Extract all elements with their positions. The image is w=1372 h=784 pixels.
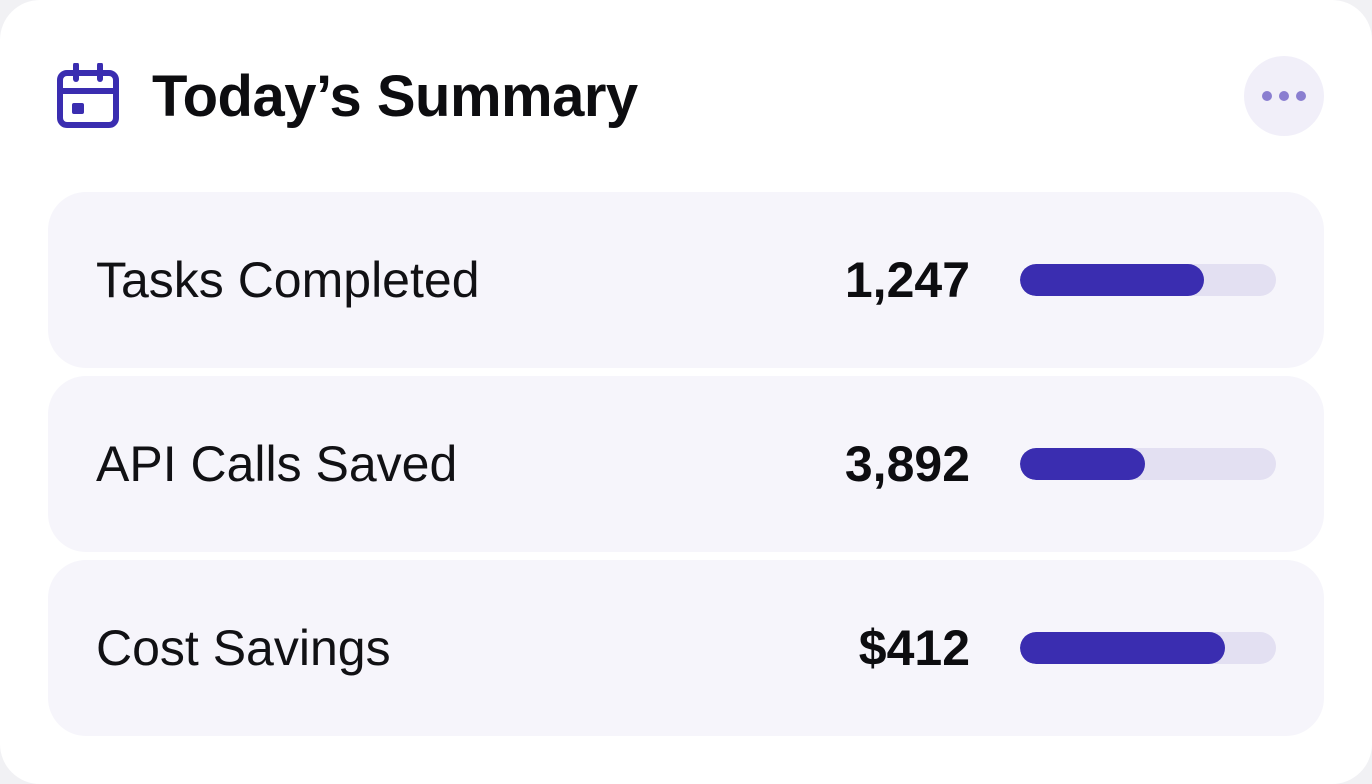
progress-bar xyxy=(1020,632,1276,664)
metric-label: Cost Savings xyxy=(96,620,391,676)
page-title: Today’s Summary xyxy=(152,64,638,129)
more-horizontal-icon-dot xyxy=(1296,91,1306,101)
progress-fill xyxy=(1020,448,1146,480)
more-options-button[interactable] xyxy=(1244,56,1324,136)
more-horizontal-icon-dot xyxy=(1279,91,1289,101)
metric-value: 1,247 xyxy=(844,252,970,308)
card-header: Today’s Summary xyxy=(56,56,1324,136)
more-horizontal-icon xyxy=(1262,91,1272,101)
summary-card: Today’s Summary Tasks Completed 1,247 AP… xyxy=(0,0,1372,784)
progress-fill xyxy=(1020,632,1225,664)
metric-value: $412 xyxy=(858,620,970,676)
metric-row-cost-savings: Cost Savings $412 xyxy=(48,560,1324,736)
progress-bar xyxy=(1020,264,1276,296)
metric-row-api-calls-saved: API Calls Saved 3,892 xyxy=(48,376,1324,552)
metric-row-tasks-completed: Tasks Completed 1,247 xyxy=(48,192,1324,368)
progress-fill xyxy=(1020,264,1205,296)
metric-label: Tasks Completed xyxy=(96,252,480,308)
metric-label: API Calls Saved xyxy=(96,436,458,492)
calendar-icon xyxy=(57,63,119,128)
progress-bar xyxy=(1020,448,1276,480)
metrics-list: Tasks Completed 1,247 API Calls Saved 3,… xyxy=(48,192,1324,744)
metric-value: 3,892 xyxy=(844,436,970,492)
